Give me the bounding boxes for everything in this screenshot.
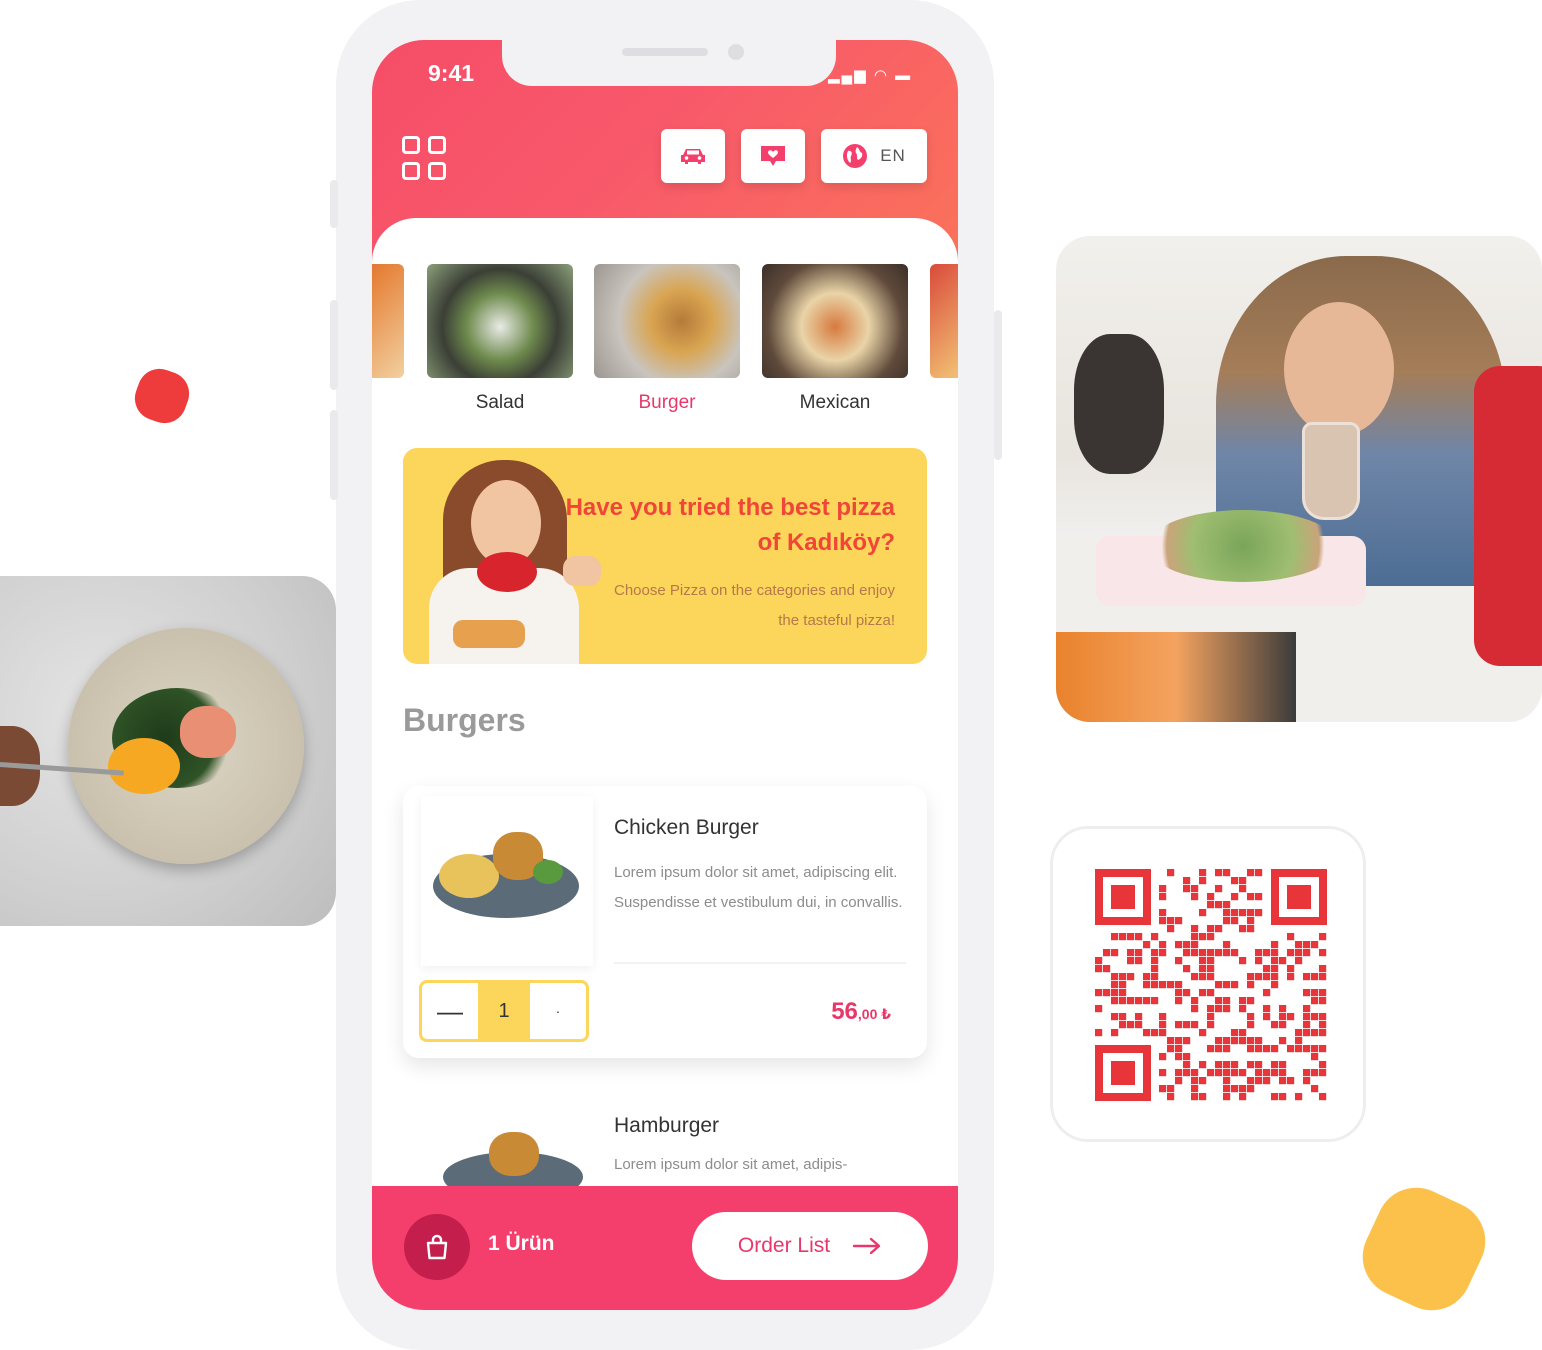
- content-panel: Salad Burger Mexican Have you tried the …: [372, 218, 958, 1310]
- call-waiter-button[interactable]: [741, 129, 805, 183]
- promo-subtitle: Choose Pizza on the categories and enjoy…: [613, 582, 895, 629]
- quantity-stepper: — 1 ·: [419, 980, 589, 1042]
- cafe-customer-photo: [1056, 236, 1542, 722]
- divider: [614, 962, 906, 964]
- status-icons: ▂▄▆ ◠ ▬: [828, 66, 912, 84]
- phone-side-button: [330, 300, 338, 390]
- battery-icon: ▬: [895, 67, 913, 84]
- qr-code-icon: [1095, 869, 1327, 1101]
- language-label: EN: [880, 146, 906, 165]
- category-image: [594, 264, 740, 378]
- phone-side-button: [994, 310, 1002, 460]
- category-item-partial[interactable]: [372, 264, 404, 378]
- plated-food-photo: [0, 576, 336, 926]
- section-title: Burgers: [403, 702, 526, 738]
- order-list-button[interactable]: Order List: [692, 1212, 928, 1280]
- product-name: Chicken Burger: [614, 816, 759, 839]
- product-name: Hamburger: [614, 1114, 720, 1137]
- product-description: Lorem ipsum dolor sit amet, adipis-: [614, 1156, 848, 1173]
- category-item-salad[interactable]: Salad: [427, 264, 573, 414]
- call-waiter-icon: [761, 146, 785, 166]
- cart-count: 1 Ürün: [488, 1232, 555, 1255]
- plus-icon: ·: [555, 1003, 561, 1019]
- decorative-red-blob: [128, 362, 196, 430]
- quantity-value: 1: [478, 983, 530, 1039]
- minus-icon: —: [437, 995, 463, 1026]
- globe-icon: [843, 144, 868, 168]
- signal-icon: ▂▄▆: [828, 67, 868, 84]
- category-item-partial[interactable]: [930, 264, 958, 378]
- category-item-mexican[interactable]: Mexican: [762, 264, 908, 414]
- order-list-label: Order List: [737, 1234, 831, 1257]
- category-label: Burger: [638, 392, 696, 413]
- status-time: 9:41: [428, 60, 475, 86]
- increase-button[interactable]: ·: [530, 983, 586, 1039]
- product-description: Lorem ipsum dolor sit amet, adipiscing e…: [614, 864, 903, 911]
- app-screen: 9:41 ▂▄▆ ◠ ▬ EN Salad Burger Mexican Hav…: [372, 40, 958, 1310]
- category-image: [427, 264, 573, 378]
- wifi-icon: ◠: [873, 67, 889, 84]
- category-carousel: Salad Burger Mexican: [372, 264, 958, 414]
- car-service-button[interactable]: [661, 129, 725, 183]
- shopping-bag-icon: [426, 1234, 448, 1260]
- category-item-burger[interactable]: Burger: [594, 264, 740, 414]
- qr-code-card: [1050, 826, 1366, 1142]
- grid-menu-icon[interactable]: [402, 136, 446, 180]
- product-price: 56,00 ₺: [831, 998, 891, 1025]
- decorative-yellow-blob: [1349, 1174, 1499, 1324]
- category-image: [372, 264, 404, 378]
- product-image: [421, 796, 593, 966]
- cart-button[interactable]: [404, 1214, 470, 1280]
- category-image: [930, 264, 958, 378]
- decrease-button[interactable]: —: [422, 983, 478, 1039]
- phone-side-button: [330, 410, 338, 500]
- phone-side-button: [330, 180, 338, 228]
- language-button[interactable]: EN: [821, 129, 927, 183]
- category-label: Salad: [475, 392, 525, 413]
- category-image: [762, 264, 908, 378]
- promo-banner[interactable]: Have you tried the best pizza of Kadıköy…: [403, 448, 927, 664]
- cart-bar: 1 Ürün Order List: [372, 1186, 958, 1310]
- promo-title: Have you tried the best pizza of Kadıköy…: [565, 494, 895, 556]
- phone-notch: [502, 40, 836, 86]
- arrow-right-icon: [852, 1237, 881, 1255]
- category-label: Mexican: [799, 392, 871, 413]
- car-icon: [681, 149, 705, 164]
- product-card[interactable]: Chicken Burger Lorem ipsum dolor sit ame…: [403, 786, 927, 1058]
